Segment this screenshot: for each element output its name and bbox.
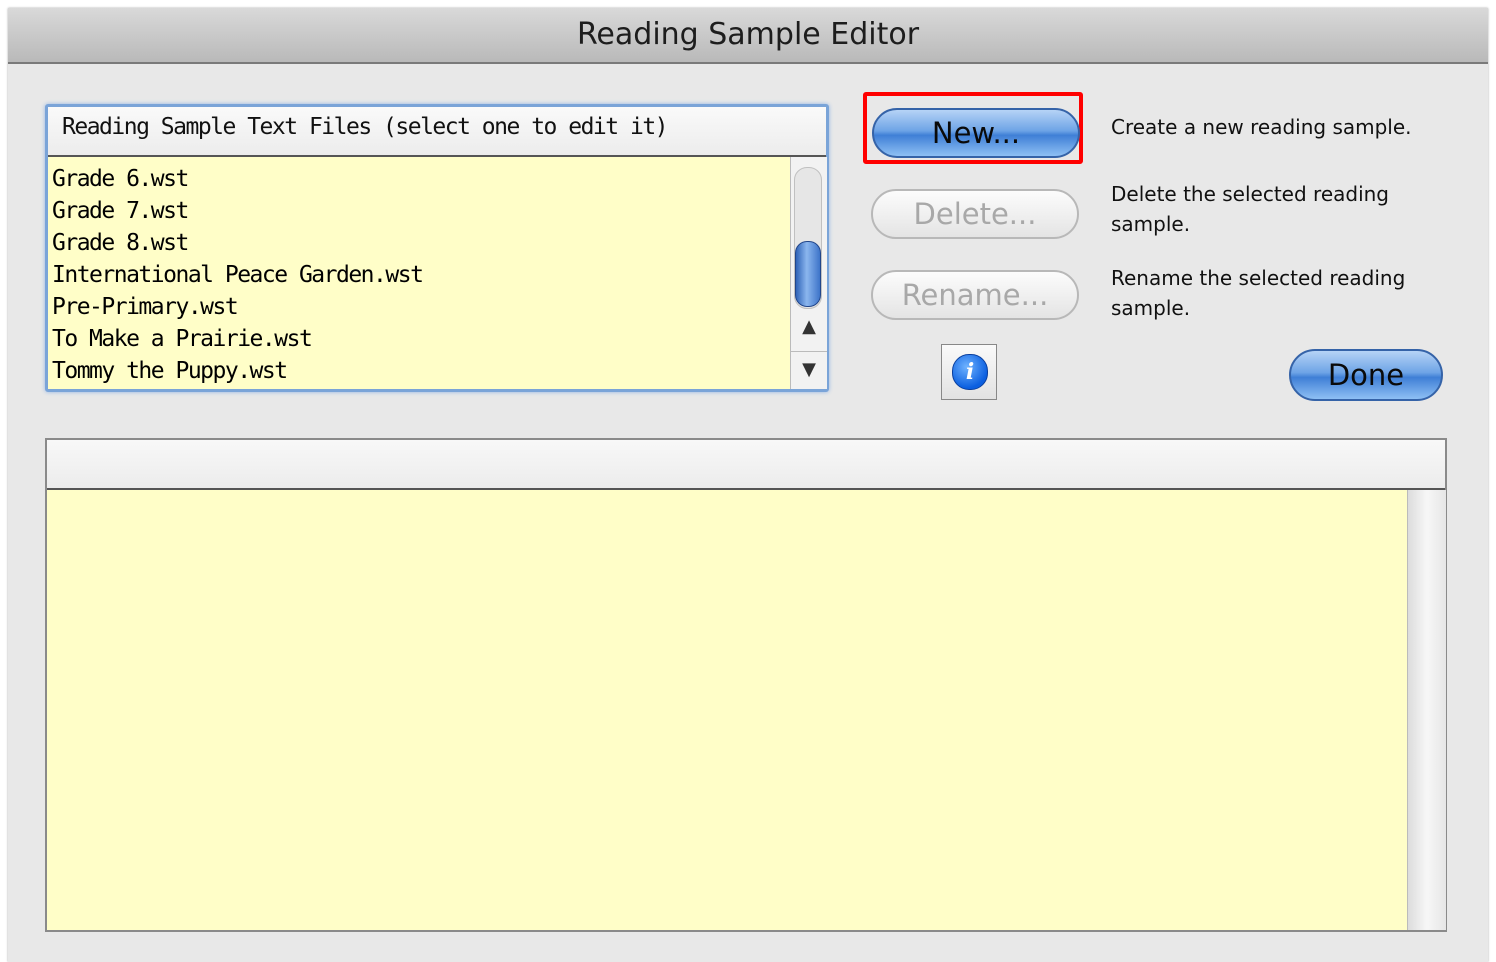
scrollbar-thumb[interactable] (795, 241, 821, 307)
new-description: Create a new reading sample. (1111, 115, 1412, 139)
file-list-header-label: Reading Sample Text Files (select one to… (62, 114, 669, 140)
reading-sample-editor-window: Reading Sample Editor Reading Sample Tex… (8, 8, 1488, 962)
sample-text-editor (45, 438, 1447, 932)
list-item[interactable]: Grade 6.wst (48, 163, 788, 195)
new-button[interactable]: New... (872, 108, 1080, 158)
file-list: Grade 6.wst Grade 7.wst Grade 8.wst Inte… (48, 157, 788, 389)
list-item[interactable]: Tommy the Puppy.wst (48, 355, 788, 387)
info-button[interactable]: i (941, 344, 997, 400)
file-list-header: Reading Sample Text Files (select one to… (48, 107, 826, 157)
info-icon: i (952, 354, 988, 390)
done-button[interactable]: Done (1289, 349, 1443, 401)
delete-button[interactable]: Delete... (871, 189, 1079, 239)
scroll-down-arrow-icon[interactable]: ▼ (791, 351, 827, 388)
editor-header (47, 440, 1445, 490)
scroll-up-arrow-icon[interactable]: ▲ (791, 309, 827, 345)
list-item[interactable]: Grade 8.wst (48, 227, 788, 259)
list-item[interactable]: International Peace Garden.wst (48, 259, 788, 291)
editor-scrollbar[interactable] (1407, 490, 1446, 930)
list-item[interactable]: To Make a Prairie.wst (48, 323, 788, 355)
list-item[interactable]: Grade 7.wst (48, 195, 788, 227)
title-bar[interactable]: Reading Sample Editor (8, 8, 1488, 64)
list-item[interactable]: Pre-Primary.wst (48, 291, 788, 323)
rename-button[interactable]: Rename... (871, 270, 1079, 320)
file-list-scrollbar[interactable]: ▲ ▼ (790, 157, 827, 389)
file-list-panel: Reading Sample Text Files (select one to… (45, 104, 829, 392)
editor-text-area[interactable] (47, 490, 1407, 930)
window-title: Reading Sample Editor (576, 17, 920, 52)
delete-description: Delete the selected reading sample. (1111, 182, 1389, 236)
rename-description: Rename the selected reading sample. (1111, 266, 1406, 320)
